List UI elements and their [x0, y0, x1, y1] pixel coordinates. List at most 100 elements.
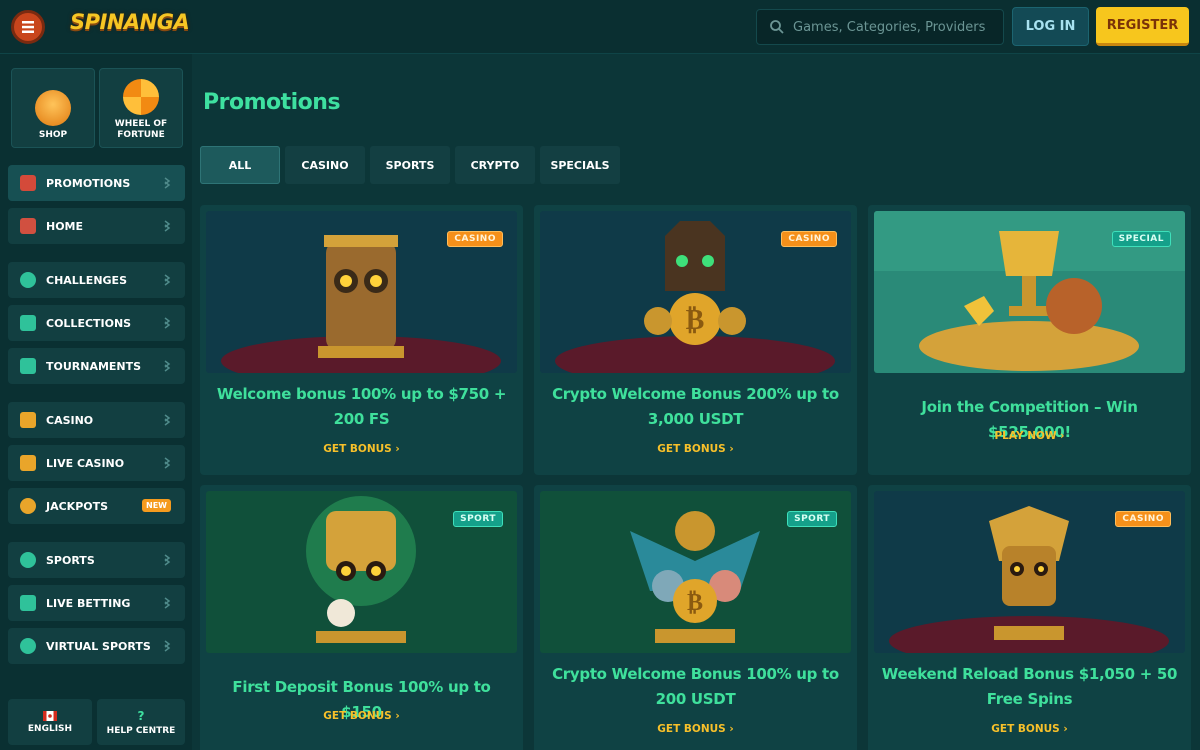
promo-card-welcome-bonus[interactable]: CASINO Welcome bonus 100% up to $750 + 2…: [200, 205, 523, 475]
home-icon: [20, 218, 36, 234]
svg-text:₿: ₿: [687, 588, 703, 616]
tab-casino[interactable]: CASINO: [285, 146, 365, 184]
shop-label: SHOP: [38, 130, 68, 140]
get-bonus-link[interactable]: GET BONUS ›: [200, 710, 523, 722]
chevrons-icon: [164, 177, 171, 189]
sidebar-item-label: JACKPOTS: [46, 499, 109, 513]
sidebar-item-challenges[interactable]: CHALLENGES: [8, 262, 185, 298]
cards-icon: [20, 315, 36, 331]
menu-icon: [22, 21, 34, 33]
sidebar-item-jackpots[interactable]: JACKPOTS NEW: [8, 488, 185, 524]
sidebar-item-tournaments[interactable]: TOURNAMENTS: [8, 348, 185, 384]
search-icon: [770, 20, 784, 34]
search-box[interactable]: [756, 9, 1004, 45]
help-centre-button[interactable]: ? HELP CENTRE: [97, 699, 185, 745]
promo-title: Crypto Welcome Bonus 100% up to 200 USDT: [552, 665, 839, 708]
sidebar-item-label: LIVE CASINO: [46, 456, 125, 470]
question-icon: ?: [137, 708, 145, 723]
sidebar-item-label: LIVE BETTING: [46, 596, 131, 610]
live-icon: [20, 595, 36, 611]
promo-image: SPORT: [206, 491, 517, 653]
search-input[interactable]: [793, 19, 993, 35]
cta-label: GET BONUS: [323, 443, 392, 455]
sidebar-item-label: VIRTUAL SPORTS: [46, 639, 151, 653]
promo-card-weekend-reload[interactable]: CASINO Weekend Reload Bonus $1,050 + 50 …: [868, 485, 1191, 750]
chevrons-icon: [164, 640, 171, 652]
sport-badge: SPORT: [453, 511, 503, 527]
sidebar-item-label: PROMOTIONS: [46, 176, 131, 190]
get-bonus-link[interactable]: GET BONUS ›: [868, 723, 1191, 735]
cta-label: GET BONUS: [323, 710, 392, 722]
register-button[interactable]: REGISTER: [1096, 7, 1189, 46]
soccer-icon: [20, 552, 36, 568]
login-button[interactable]: LOG IN: [1012, 7, 1089, 46]
sidebar-item-label: TOURNAMENTS: [46, 359, 142, 373]
cta-label: GET BONUS: [991, 723, 1060, 735]
promo-card-competition[interactable]: SPECIAL Join the Competition – Win $525,…: [868, 205, 1191, 475]
get-bonus-link[interactable]: GET BONUS ›: [534, 723, 857, 735]
promo-image: CASINO: [206, 211, 517, 373]
target-icon: [20, 272, 36, 288]
sport-badge: SPORT: [787, 511, 837, 527]
gift-icon: [20, 175, 36, 191]
sidebar-item-promotions[interactable]: PROMOTIONS: [8, 165, 185, 201]
casino-badge: CASINO: [1115, 511, 1171, 527]
play-now-link[interactable]: PLAY NOW ›: [868, 430, 1191, 442]
chevrons-icon: [164, 457, 171, 469]
casino-badge: CASINO: [781, 231, 837, 247]
sidebar-item-label: SPORTS: [46, 553, 95, 567]
sidebar-item-sports[interactable]: SPORTS: [8, 542, 185, 578]
sidebar-item-live-casino[interactable]: LIVE CASINO: [8, 445, 185, 481]
cta-label: PLAY NOW: [994, 430, 1057, 442]
sidebar-item-virtual-sports[interactable]: VIRTUAL SPORTS: [8, 628, 185, 664]
virtual-icon: [20, 638, 36, 654]
sidebar: SHOP WHEEL OF FORTUNE PROMOTIONS HOME CH…: [0, 54, 192, 750]
sidebar-item-collections[interactable]: COLLECTIONS: [8, 305, 185, 341]
promo-image: ₿ CASINO: [540, 211, 851, 373]
promo-image: SPECIAL: [874, 211, 1185, 373]
wheel-of-fortune-tile[interactable]: WHEEL OF FORTUNE: [99, 68, 183, 148]
special-badge: SPECIAL: [1111, 231, 1171, 247]
casino-badge: CASINO: [447, 231, 503, 247]
sidebar-item-live-betting[interactable]: LIVE BETTING: [8, 585, 185, 621]
sidebar-item-label: COLLECTIONS: [46, 316, 132, 330]
tab-crypto[interactable]: CRYPTO: [455, 146, 535, 184]
new-badge: NEW: [142, 499, 171, 512]
svg-text:₿: ₿: [686, 303, 705, 336]
cta-label: GET BONUS: [657, 723, 726, 735]
chevrons-icon: [164, 317, 171, 329]
sidebar-item-home[interactable]: HOME: [8, 208, 185, 244]
language-label: ENGLISH: [27, 723, 73, 734]
sidebar-item-casino[interactable]: CASINO: [8, 402, 185, 438]
promo-card-crypto-welcome-100[interactable]: ₿ SPORT Crypto Welcome Bonus 100% up to …: [534, 485, 857, 750]
promo-title: Welcome bonus 100% up to $750 + 200 FS: [216, 385, 507, 428]
get-bonus-link[interactable]: GET BONUS ›: [534, 443, 857, 455]
wheel-icon: [123, 79, 159, 115]
tab-specials[interactable]: SPECIALS: [540, 146, 620, 184]
sidebar-item-label: CASINO: [46, 413, 94, 427]
top-bar: SPINANGA LOG IN REGISTER: [0, 0, 1200, 54]
filter-tabs: ALL CASINO SPORTS CRYPTO SPECIALS: [200, 146, 620, 184]
chevrons-icon: [164, 360, 171, 372]
promo-card-crypto-welcome-200[interactable]: ₿ CASINO Crypto Welcome Bonus 200% up to…: [534, 205, 857, 475]
shop-tile[interactable]: SHOP: [11, 68, 95, 148]
promo-card-first-deposit-sport[interactable]: SPORT First Deposit Bonus 100% up to $15…: [200, 485, 523, 750]
chevrons-icon: [164, 414, 171, 426]
sidebar-item-label: CHALLENGES: [46, 273, 127, 287]
sidebar-item-label: HOME: [46, 219, 84, 233]
tab-all[interactable]: ALL: [200, 146, 280, 184]
language-button[interactable]: ENGLISH: [8, 699, 92, 745]
get-bonus-link[interactable]: GET BONUS ›: [200, 443, 523, 455]
spinanga-logo[interactable]: SPINANGA: [70, 10, 190, 44]
chevrons-icon: [164, 274, 171, 286]
cta-label: GET BONUS: [657, 443, 726, 455]
menu-toggle-button[interactable]: [11, 10, 45, 44]
chevrons-icon: [164, 554, 171, 566]
chevrons-icon: [164, 220, 171, 232]
tab-sports[interactable]: SPORTS: [370, 146, 450, 184]
promo-image: ₿ SPORT: [540, 491, 851, 653]
logo-text: SPINANGA: [70, 10, 190, 34]
promo-image: CASINO: [874, 491, 1185, 653]
person-icon: [20, 455, 36, 471]
wheel-of-fortune-label: WHEEL OF FORTUNE: [114, 119, 168, 140]
